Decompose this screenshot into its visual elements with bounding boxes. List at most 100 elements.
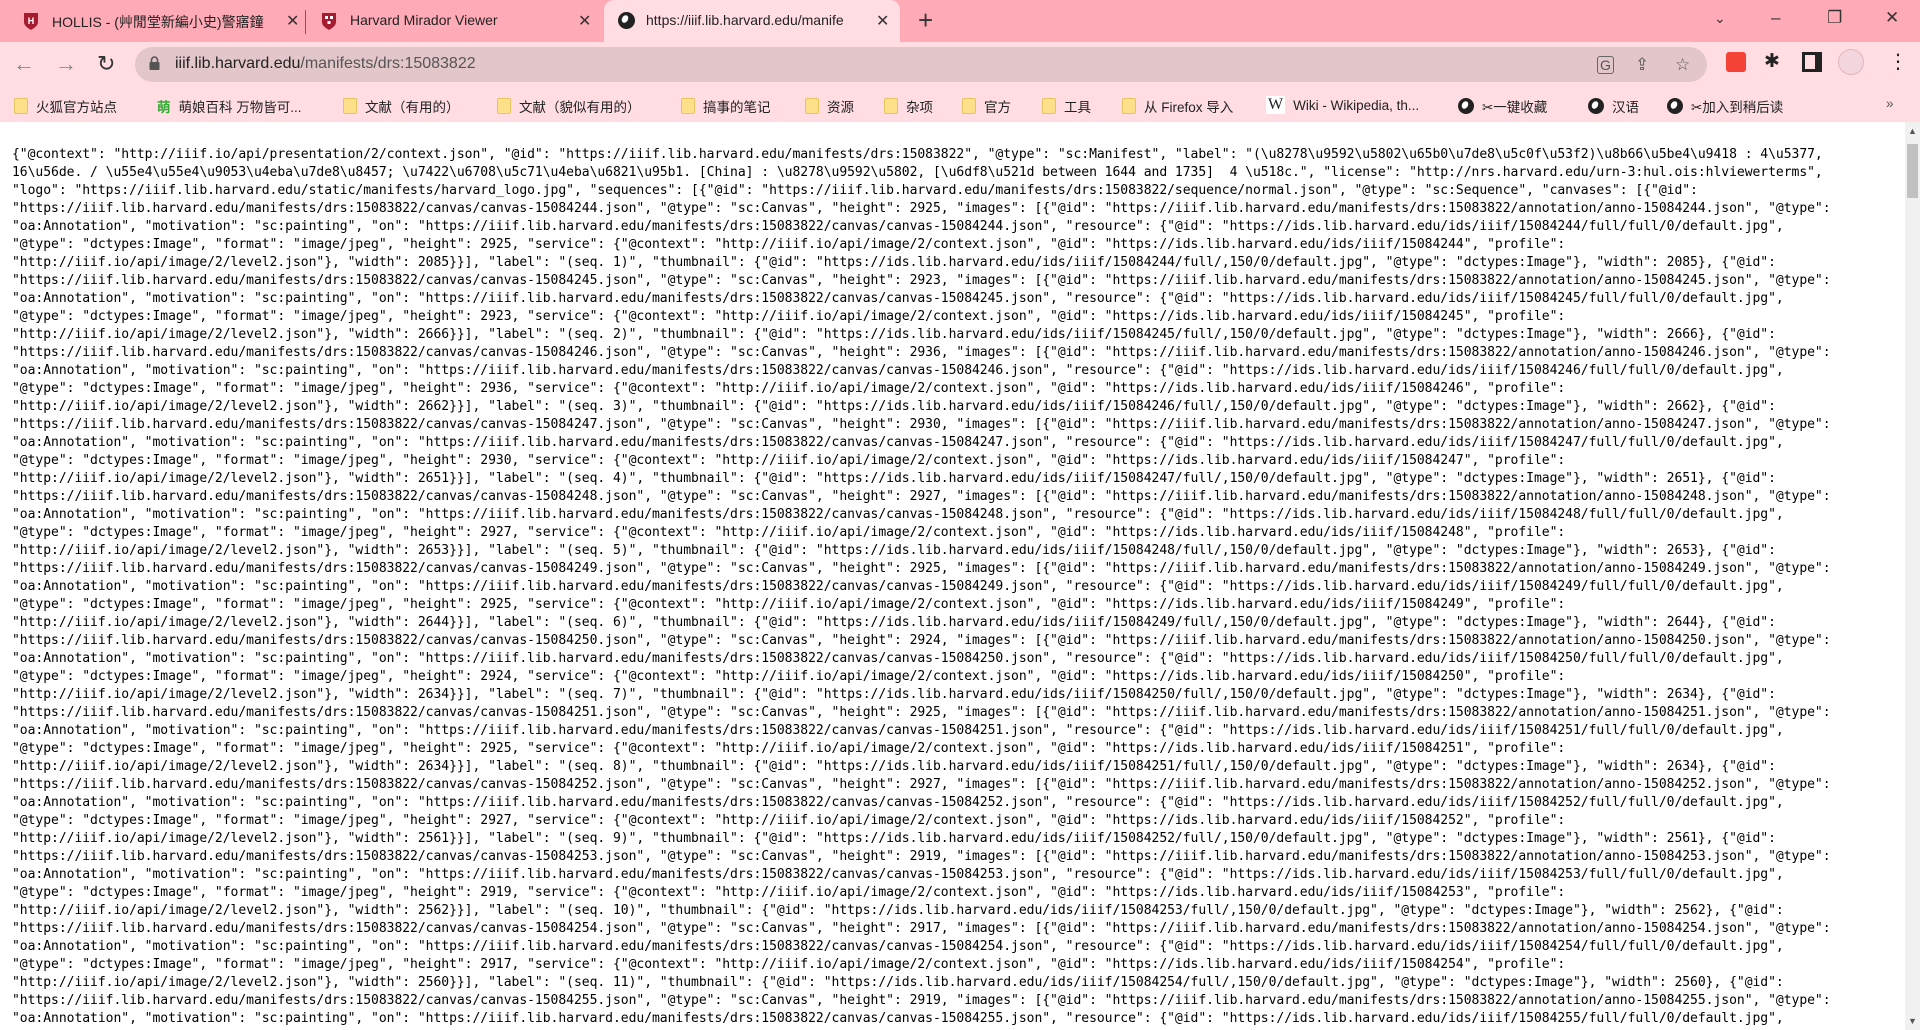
wikipedia-icon: W (1266, 96, 1286, 114)
bookmarks-bar: 火狐官方站点 萌萌娘百科 万物皆可... 文献（有用的） 文献（貌似有用的） 搞… (0, 88, 1920, 122)
lock-icon[interactable] (149, 56, 160, 70)
bookmark-wikipedia[interactable]: W Wiki - Wikipedia, th... (1266, 96, 1419, 114)
bookmark-link[interactable]: 汉语 (1588, 96, 1639, 116)
json-line: "http://iiif.io/api/image/2/level2.json"… (12, 831, 1776, 846)
bookmark-folder[interactable]: 搞事的笔记 (681, 96, 771, 116)
tab-strip: H HOLLIS - (艸閒堂新編小史)警寤鐘 ✕ Harvard Mirado… (0, 0, 1920, 42)
json-line: "https://iiif.lib.harvard.edu/manifests/… (12, 777, 1831, 792)
folder-icon (497, 98, 511, 114)
scrollbar-thumb[interactable] (1907, 144, 1918, 198)
red-extension-icon[interactable] (1726, 52, 1746, 72)
bookmark-folder[interactable]: 文献（有用的） (343, 96, 460, 116)
json-line: "@type": "dctypes:Image", "format": "ima… (12, 453, 1566, 468)
json-line: "oa:Annotation", "motivation": "sc:paint… (12, 723, 1784, 738)
bookmark-label: 从 Firefox 导入 (1144, 100, 1234, 115)
json-line: "@type": "dctypes:Image", "format": "ima… (12, 597, 1566, 612)
json-line: 16\u56de. / \u55e4\u55e4\u9053\u4eba\u7d… (12, 165, 1823, 180)
scroll-up-arrow-icon[interactable]: ▲ (1908, 126, 1917, 136)
json-line: "http://iiif.io/api/image/2/level2.json"… (12, 759, 1776, 774)
folder-icon (805, 98, 819, 114)
json-line: "@type": "dctypes:Image", "format": "ima… (12, 237, 1566, 252)
bookmark-link[interactable]: ✂一键收藏 (1458, 96, 1547, 116)
translate-icon[interactable]: G (1597, 56, 1614, 74)
json-line: "@type": "dctypes:Image", "format": "ima… (12, 381, 1566, 396)
json-line: "oa:Annotation", "motivation": "sc:paint… (12, 579, 1784, 594)
harvard-shield-icon: H (24, 13, 38, 30)
tab-search-chevron-icon[interactable]: ⌄ (1714, 10, 1726, 27)
svg-text:H: H (28, 16, 35, 26)
close-tab-icon[interactable]: ✕ (286, 11, 299, 31)
restore-button[interactable]: ❐ (1827, 8, 1842, 28)
json-line: "oa:Annotation", "motivation": "sc:paint… (12, 507, 1784, 522)
folder-icon (1042, 98, 1056, 114)
side-panel-icon[interactable] (1802, 52, 1822, 72)
bookmark-folder[interactable]: 文献（貌似有用的） (497, 96, 641, 116)
profile-avatar[interactable] (1838, 49, 1864, 75)
bookmark-star-icon[interactable]: ☆ (1675, 55, 1690, 75)
bookmark-label: 文献（貌似有用的） (519, 100, 641, 115)
url-host: iiif.lib.harvard.edu (175, 55, 301, 72)
share-icon[interactable]: ⇪ (1635, 55, 1649, 75)
tab-title: HOLLIS - (艸閒堂新編小史)警寤鐘 (52, 14, 264, 30)
json-line: "oa:Annotation", "motivation": "sc:paint… (12, 363, 1784, 378)
json-line: "http://iiif.io/api/image/2/level2.json"… (12, 399, 1776, 414)
json-line: "https://iiif.lib.harvard.edu/manifests/… (12, 201, 1831, 216)
address-bar[interactable]: iiif.lib.harvard.edu/manifests/drs:15083… (135, 47, 1707, 82)
bookmark-moegirl[interactable]: 萌萌娘百科 万物皆可... (157, 96, 302, 116)
menu-button[interactable]: ⋮ (1888, 49, 1908, 74)
folder-icon (681, 98, 695, 114)
url-path: /manifests/drs:15083822 (300, 55, 476, 72)
new-tab-button[interactable]: + (918, 5, 933, 36)
globe-icon (618, 12, 636, 30)
url-text[interactable]: iiif.lib.harvard.edu/manifests/drs:15083… (175, 55, 476, 73)
json-line: "http://iiif.io/api/image/2/level2.json"… (12, 327, 1776, 342)
json-line: "@type": "dctypes:Image", "format": "ima… (12, 669, 1566, 684)
bookmark-link[interactable]: ✂加入到稍后读 (1667, 96, 1783, 116)
bookmark-label: 汉语 (1612, 100, 1639, 115)
json-line: "oa:Annotation", "motivation": "sc:paint… (12, 219, 1784, 234)
minimize-button[interactable]: – (1771, 8, 1780, 28)
close-window-button[interactable]: ✕ (1885, 8, 1899, 28)
bookmark-folder[interactable]: 火狐官方站点 (14, 96, 117, 116)
bookmark-label: 火狐官方站点 (36, 100, 117, 115)
json-line: "http://iiif.io/api/image/2/level2.json"… (12, 255, 1776, 270)
bookmark-folder[interactable]: 资源 (805, 96, 854, 116)
scroll-down-arrow-icon[interactable]: ▼ (1908, 1016, 1917, 1026)
json-line: "@type": "dctypes:Image", "format": "ima… (12, 309, 1566, 324)
json-line: "@type": "dctypes:Image", "format": "ima… (12, 957, 1566, 972)
json-line: "https://iiif.lib.harvard.edu/manifests/… (12, 921, 1831, 936)
bookmark-folder[interactable]: 官方 (962, 96, 1011, 116)
json-text: {"@context": "http://iiif.io/api/present… (12, 146, 1831, 1028)
tab-manifest-active[interactable]: https://iiif.lib.harvard.edu/manife ✕ (604, 0, 900, 42)
vertical-scrollbar[interactable]: ▲ ▼ (1905, 122, 1920, 1030)
close-tab-icon[interactable]: ✕ (876, 11, 889, 31)
close-tab-icon[interactable]: ✕ (578, 11, 591, 31)
tab-hollis[interactable]: H HOLLIS - (艸閒堂新編小史)警寤鐘 ✕ (8, 0, 304, 42)
globe-icon (1588, 98, 1604, 114)
back-button[interactable]: ← (13, 51, 35, 77)
reload-button[interactable]: ↻ (97, 51, 115, 77)
json-line: "oa:Annotation", "motivation": "sc:paint… (12, 651, 1784, 666)
bookmark-label: 萌娘百科 万物皆可... (178, 100, 302, 115)
json-line: "oa:Annotation", "motivation": "sc:paint… (12, 795, 1784, 810)
json-line: "http://iiif.io/api/image/2/level2.json"… (12, 687, 1776, 702)
json-line: "http://iiif.io/api/image/2/level2.json"… (12, 903, 1784, 918)
folder-icon (343, 98, 357, 114)
bookmarks-overflow-button[interactable]: » (1886, 96, 1894, 111)
bookmark-label: Wiki - Wikipedia, th... (1293, 97, 1420, 113)
globe-icon (1667, 98, 1683, 114)
json-line: "@type": "dctypes:Image", "format": "ima… (12, 525, 1566, 540)
json-line: "https://iiif.lib.harvard.edu/manifests/… (12, 273, 1831, 288)
bookmark-label: 文献（有用的） (365, 100, 460, 115)
extensions-puzzle-icon[interactable]: ✱ (1764, 50, 1780, 73)
bookmark-label: 工具 (1064, 100, 1091, 115)
json-line: "@type": "dctypes:Image", "format": "ima… (12, 741, 1566, 756)
forward-button[interactable]: → (55, 51, 77, 77)
bookmark-folder[interactable]: 从 Firefox 导入 (1122, 96, 1233, 116)
bookmark-label: ✂加入到稍后读 (1691, 100, 1784, 115)
bookmark-folder[interactable]: 杂项 (884, 96, 933, 116)
json-line: {"@context": "http://iiif.io/api/present… (12, 147, 1823, 162)
tab-mirador[interactable]: Harvard Mirador Viewer ✕ (306, 0, 596, 42)
bookmark-folder[interactable]: 工具 (1042, 96, 1091, 116)
globe-icon (1458, 98, 1474, 114)
